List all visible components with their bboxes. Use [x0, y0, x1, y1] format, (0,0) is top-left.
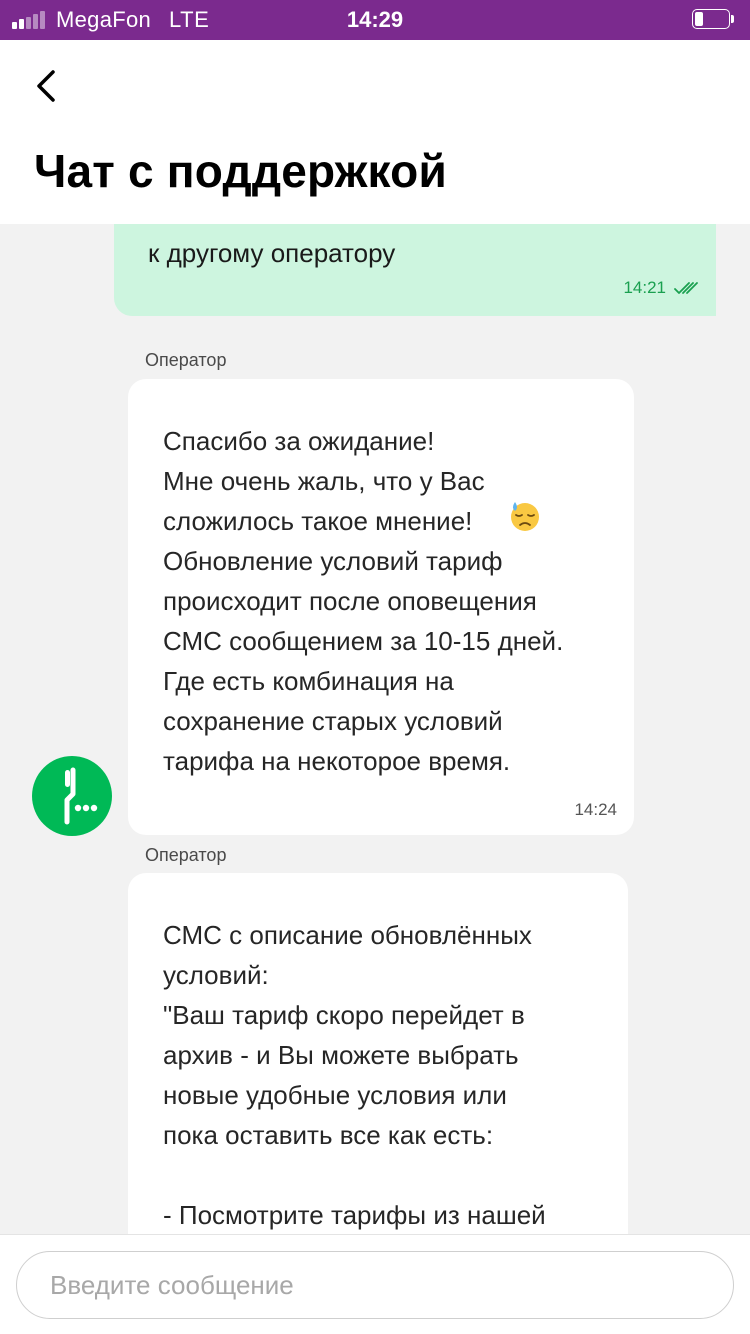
status-bar: MegaFon LTE 14:29 [0, 0, 750, 40]
message-text: к другому оператору [148, 238, 396, 268]
message-sender: Оператор [145, 350, 227, 370]
message-text: СМС с описание обновлённых условий: "Ваш… [163, 920, 546, 1230]
message-meta: 14:21 [623, 278, 700, 298]
back-button[interactable] [22, 60, 70, 112]
downcast-face-with-sweat-icon [511, 502, 539, 531]
status-time: 14:29 [346, 7, 404, 32]
page-title: Чат с поддержкой [34, 145, 447, 197]
chevron-left-icon [37, 70, 55, 102]
message-incoming: Спасибо за ожидание! Мне очень жаль, что… [128, 379, 634, 835]
message-incoming: СМС с описание обновлённых условий: "Ваш… [128, 873, 628, 1234]
megafon-logo-icon [64, 767, 98, 825]
header: Чат с поддержкой [0, 40, 750, 224]
composer [0, 1234, 750, 1334]
battery-icon [692, 9, 736, 31]
message-input[interactable] [16, 1251, 734, 1319]
double-check-icon [674, 282, 698, 294]
message-outgoing: к другому оператору 14:21 [114, 224, 716, 316]
message-text: Спасибо за ожидание! Мне очень жаль, что… [163, 426, 564, 776]
chat-scroll-area[interactable]: к другому оператору 14:21 Оператор Спаси… [0, 224, 750, 1234]
operator-avatar [32, 756, 112, 836]
message-sender: Оператор [145, 845, 227, 865]
message-time: 14:24 [574, 800, 617, 819]
message-time: 14:21 [623, 278, 666, 297]
